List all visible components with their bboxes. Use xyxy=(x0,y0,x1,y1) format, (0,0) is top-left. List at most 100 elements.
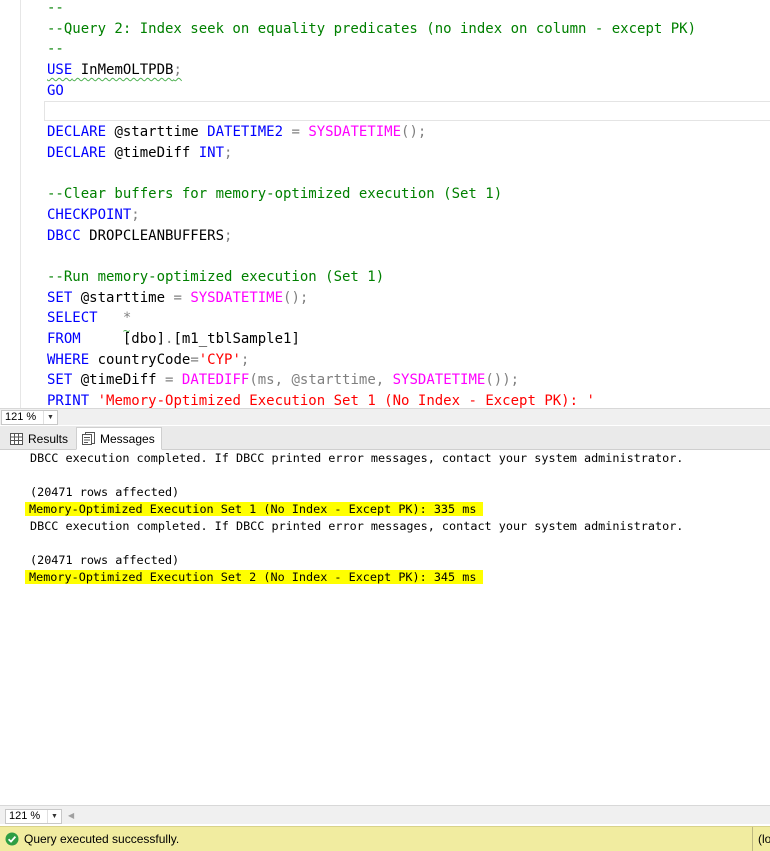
highlighted-message-line: Memory-Optimized Execution Set 2 (No Ind… xyxy=(25,569,683,586)
code-token: CHECKPOINT xyxy=(47,206,132,223)
messages-zoom-value: 121 % xyxy=(9,810,41,822)
code-token: FROM xyxy=(47,331,81,347)
code-token: DROPCLEANBUFFERS xyxy=(80,227,225,244)
code-token: GO xyxy=(47,82,64,99)
code-token: 'CYP' xyxy=(198,351,241,368)
status-bar: Query executed successfully. (lo xyxy=(0,826,770,851)
grid-icon xyxy=(10,432,23,445)
message-text: DBCC execution completed. If DBCC printe… xyxy=(30,519,684,533)
code-token: DATETIME2 xyxy=(207,124,284,141)
code-token: INT xyxy=(198,144,225,161)
code-token: --Query 2: Index seek on equality predic… xyxy=(47,20,697,37)
code-token: PRINT xyxy=(47,393,90,408)
code-token: = xyxy=(173,289,182,306)
code-token: ; xyxy=(224,227,233,244)
message-line xyxy=(30,467,683,484)
code-token: ; xyxy=(131,206,140,223)
scroll-left-icon[interactable]: ◀ xyxy=(68,811,74,820)
message-line xyxy=(30,535,683,552)
code-token: ()); xyxy=(485,372,520,389)
code-line: --Run memory-optimized execution (Set 1) xyxy=(47,267,696,288)
code-token: 'Memory-Optimized Execution Set 1 (No In… xyxy=(97,393,595,408)
code-token: * ~ xyxy=(122,310,132,339)
code-token: @starttime xyxy=(106,124,208,141)
code-token: = xyxy=(283,124,309,141)
status-server-text: (lo xyxy=(752,827,770,851)
code-token: SYSDATETIME xyxy=(190,289,284,306)
ssms-query-window: -- --Query 2: Index seek on equality pred… xyxy=(0,0,770,851)
editor-zoom-value: 121 % xyxy=(5,411,37,423)
code-line: -- xyxy=(47,0,696,19)
code-token: @starttime xyxy=(72,289,174,306)
code-line: GO xyxy=(47,81,696,102)
code-token: (ms, @starttime, xyxy=(249,372,393,389)
code-token: SET xyxy=(47,372,73,389)
message-line: DBCC execution completed. If DBCC printe… xyxy=(30,518,683,535)
code-token: (); xyxy=(283,289,309,306)
code-token: -- xyxy=(47,0,64,16)
code-token: (); xyxy=(401,124,427,141)
code-token: ; xyxy=(240,351,250,368)
results-tab-strip: Results Messages xyxy=(0,426,770,450)
message-text: Memory-Optimized Execution Set 2 (No Ind… xyxy=(25,570,484,584)
messages-zoom-select[interactable]: 121 % ▼ xyxy=(5,808,62,824)
message-text: (20471 rows affected) xyxy=(30,485,180,499)
check-circle-icon xyxy=(5,832,19,846)
message-text: Memory-Optimized Execution Set 1 (No Ind… xyxy=(25,502,484,516)
code-token: = xyxy=(190,351,199,368)
code-token: ; xyxy=(173,62,182,79)
message-line: DBCC execution completed. If DBCC printe… xyxy=(30,450,683,467)
code-token: DATEDIFF xyxy=(181,372,250,389)
messages-text: DBCC execution completed. If DBCC printe… xyxy=(25,450,683,586)
code-token: DBCC xyxy=(47,227,81,244)
code-token: SET xyxy=(47,289,73,306)
editor-margin xyxy=(0,0,24,408)
message-text: DBCC execution completed. If DBCC printe… xyxy=(30,451,684,465)
highlighted-message-line: Memory-Optimized Execution Set 1 (No Ind… xyxy=(25,501,683,518)
tab-results-label: Results xyxy=(28,431,69,446)
code-line: DECLARE @starttime DATETIME2 = SYSDATETI… xyxy=(47,122,696,143)
messages-icon xyxy=(82,432,96,445)
query-text[interactable]: -- --Query 2: Index seek on equality pred… xyxy=(47,0,696,408)
messages-pane[interactable]: DBCC execution completed. If DBCC printe… xyxy=(0,450,770,805)
status-message: Query executed successfully. xyxy=(24,832,180,846)
code-line: DECLARE @timeDiff INT; xyxy=(47,143,696,164)
chevron-down-icon[interactable]: ▼ xyxy=(43,410,57,424)
code-line: SELECT * ~ xyxy=(47,308,696,339)
code-token: [m1_tblSample1] xyxy=(173,331,300,347)
message-text xyxy=(30,468,37,482)
code-line: PRINT 'Memory-Optimized Execution Set 1 … xyxy=(47,391,696,408)
code-token: InMemOLTPDB xyxy=(72,62,174,79)
chevron-down-icon[interactable]: ▼ xyxy=(47,809,61,823)
code-line: CHECKPOINT; xyxy=(47,205,696,226)
code-line: DBCC DROPCLEANBUFFERS; xyxy=(47,226,696,247)
code-token: USE xyxy=(47,62,73,79)
code-line: --Clear buffers for memory-optimized exe… xyxy=(47,184,696,205)
code-token: SELECT xyxy=(47,310,98,327)
tab-messages-label: Messages xyxy=(100,431,155,446)
code-line: -- xyxy=(47,39,696,60)
code-line: SET @starttime = SYSDATETIME(); xyxy=(47,288,696,309)
code-token: --Clear buffers for memory-optimized exe… xyxy=(47,186,503,203)
code-line: WHERE countryCode='CYP'; xyxy=(47,350,696,371)
tab-messages[interactable]: Messages xyxy=(76,427,162,450)
code-line: --Query 2: Index seek on equality predic… xyxy=(47,19,696,40)
code-line: FROM [dbo].[m1_tblSample1] xyxy=(47,329,696,350)
messages-zoom-bar: 121 % ▼ ◀ xyxy=(0,805,770,824)
code-token: -- xyxy=(47,41,64,58)
editor-zoom-select[interactable]: 121 % ▼ xyxy=(1,409,58,425)
code-token: @timeDiff xyxy=(72,372,166,389)
query-editor[interactable]: -- --Query 2: Index seek on equality pred… xyxy=(0,0,770,408)
code-token: --Run memory-optimized execution (Set 1) xyxy=(47,268,385,285)
code-token: SYSDATETIME xyxy=(308,124,402,141)
code-token: DECLARE xyxy=(47,124,107,141)
code-token: @timeDiff xyxy=(106,144,199,161)
tab-results[interactable]: Results xyxy=(4,428,75,449)
message-text xyxy=(30,536,37,550)
